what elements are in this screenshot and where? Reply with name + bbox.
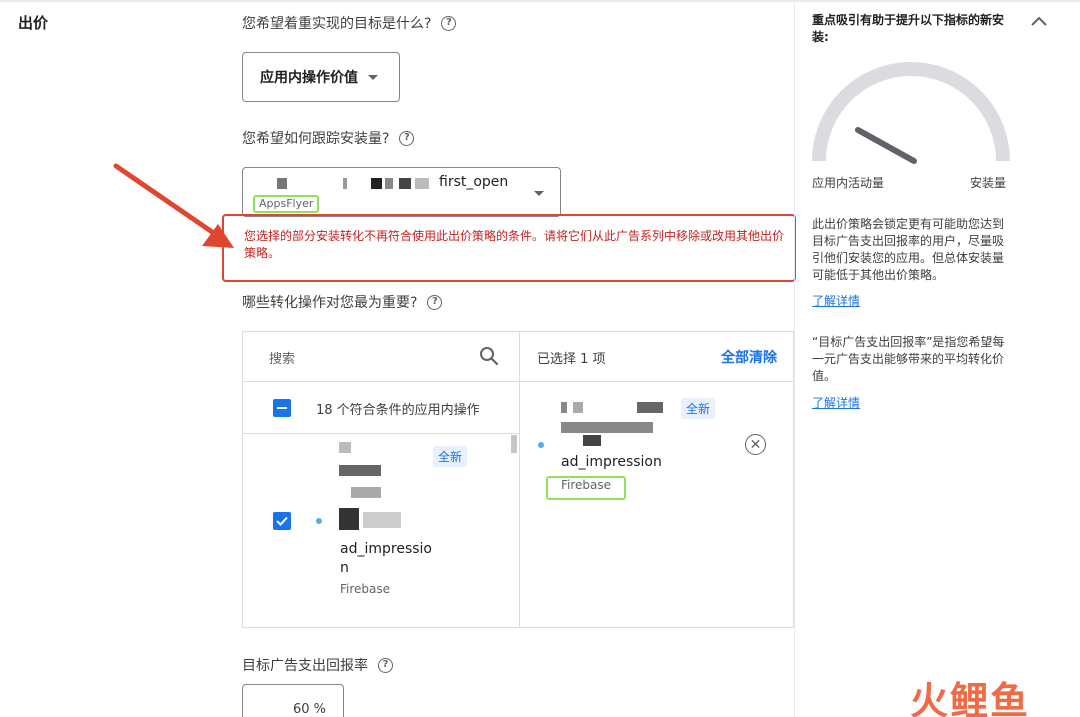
minus-icon — [277, 407, 287, 409]
help-icon[interactable]: ? — [441, 15, 457, 31]
goal-dropdown-value: 应用内操作价值 — [260, 70, 358, 86]
gauge-left-label: 应用内活动量 — [812, 176, 885, 190]
install-source-label: AppsFlyer — [253, 195, 320, 213]
select-all-checkbox[interactable] — [273, 399, 291, 417]
clear-all-button[interactable]: 全部清除 — [721, 347, 777, 367]
annotation-arrow — [113, 163, 234, 248]
redacted-pixels — [277, 178, 287, 189]
redacted-pixels — [399, 178, 411, 189]
new-badge: 全新 — [433, 446, 468, 467]
install-tracking-label: 您希望如何跟踪安装量? — [242, 131, 390, 147]
scrollbar-thumb[interactable] — [511, 435, 517, 453]
redacted-pixels — [371, 178, 382, 189]
conversion-selector: 搜索 18 个符合条件的应用内操作 全新 ad_impressio n Fire… — [242, 331, 795, 628]
status-dot — [538, 442, 544, 448]
redacted-pixels — [339, 442, 351, 453]
redacted-pixels — [637, 402, 663, 413]
redacted-pixels — [343, 178, 347, 189]
search-input[interactable]: 搜索 — [269, 348, 295, 367]
conversion-question-label: 哪些转化操作对您最为重要? — [242, 295, 418, 311]
selected-count: 已选择 1 项 — [537, 352, 606, 367]
check-icon — [276, 516, 288, 526]
panel-header-divider — [243, 381, 795, 382]
watermark-logo: 火鲤鱼 — [910, 679, 1031, 717]
redacted-pixels — [561, 422, 653, 433]
goal-question-label: 您希望着重实现的目标是什么? — [242, 16, 432, 32]
goal-question: 您希望着重实现的目标是什么? ? — [242, 13, 457, 33]
new-badge: 全新 — [681, 398, 716, 419]
sidebar-roas-description: “目标广告支出回报率”是指您希望每一元广告支出能够带来的平均转化价值。 — [812, 335, 1005, 383]
panel-divider — [519, 332, 520, 627]
gauge-right-label: 安装量 — [970, 176, 1007, 190]
top-divider — [0, 0, 1080, 2]
help-icon[interactable]: ? — [378, 657, 393, 673]
chevron-up-icon[interactable] — [1030, 15, 1048, 27]
redacted-pixels — [583, 435, 601, 446]
remove-icon[interactable]: ✕ — [745, 434, 766, 455]
redacted-pixels — [339, 508, 359, 530]
redacted-pixels — [415, 178, 429, 189]
goal-dropdown[interactable]: 应用内操作价值 — [242, 52, 400, 102]
conversion-question: 哪些转化操作对您最为重要? ? — [242, 292, 443, 312]
selected-item-source: Firebase — [561, 478, 612, 492]
redacted-pixels — [339, 465, 381, 476]
sidebar-description: 此出价策略会锁定更有可能助您达到目标广告支出回报率的用户，尽量吸引他们安装您的应… — [812, 217, 1005, 282]
sidebar-title: 重点吸引有助于提升以下指标的新安装: — [812, 13, 1005, 44]
item-source: Firebase — [340, 582, 391, 596]
redacted-pixels — [351, 487, 381, 498]
help-icon[interactable]: ? — [399, 130, 415, 146]
redacted-pixels — [573, 402, 583, 413]
gauge-meter — [812, 62, 1010, 164]
install-tracking-dropdown[interactable]: first_open AppsFlyer — [242, 167, 561, 217]
target-roas-input[interactable]: 60 % — [242, 684, 344, 717]
install-tracking-question: 您希望如何跟踪安装量? ? — [242, 128, 415, 148]
caret-down-icon — [534, 191, 544, 196]
learn-more-link[interactable]: 了解详情 — [812, 394, 860, 411]
redacted-pixels — [363, 512, 401, 528]
section-title: 出价 — [18, 14, 49, 32]
sidebar-divider — [794, 0, 795, 717]
redacted-pixels — [561, 402, 567, 413]
target-roas-question: 目标广告支出回报率 ? — [242, 655, 393, 675]
help-icon[interactable]: ? — [427, 294, 443, 310]
redacted-pixels — [385, 178, 393, 189]
caret-down-icon — [368, 74, 378, 80]
selected-item-name: ad_impression — [561, 454, 662, 470]
error-message: 您选择的部分安装转化不再符合使用此出价策略的条件。请将它们从此广告系列中移除或改… — [244, 229, 785, 260]
item-name: ad_impressio — [340, 541, 432, 557]
install-event-name: first_open — [439, 174, 509, 190]
left-list-divider — [243, 433, 519, 434]
learn-more-link[interactable]: 了解详情 — [812, 292, 860, 309]
eligible-actions-count: 18 个符合条件的应用内操作 — [316, 403, 480, 418]
item-checkbox[interactable] — [273, 512, 291, 530]
error-annotation-box: 您选择的部分安装转化不再符合使用此出价策略的条件。请将它们从此广告系列中移除或改… — [222, 214, 796, 282]
status-dot — [316, 518, 322, 524]
search-icon[interactable] — [479, 346, 499, 366]
item-name-continued: n — [340, 560, 349, 576]
target-roas-label: 目标广告支出回报率 — [242, 658, 368, 674]
